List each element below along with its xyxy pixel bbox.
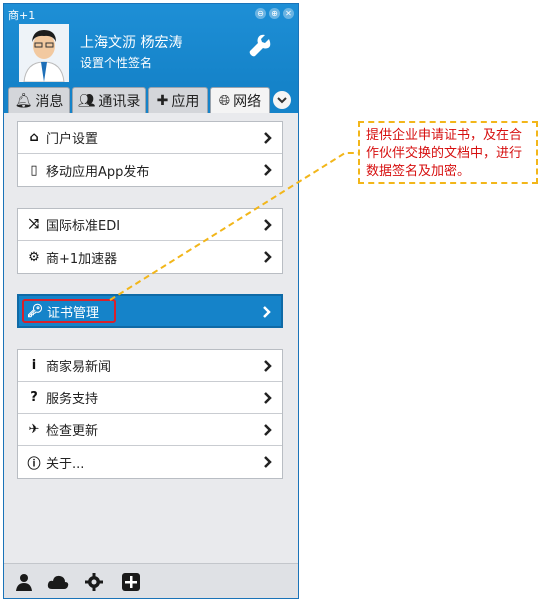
callout-connector bbox=[109, 152, 358, 301]
callout-note: 提供企业申请证书，及在合作伙伴交换的文档中，进行数据签名及加密。 bbox=[358, 121, 538, 184]
